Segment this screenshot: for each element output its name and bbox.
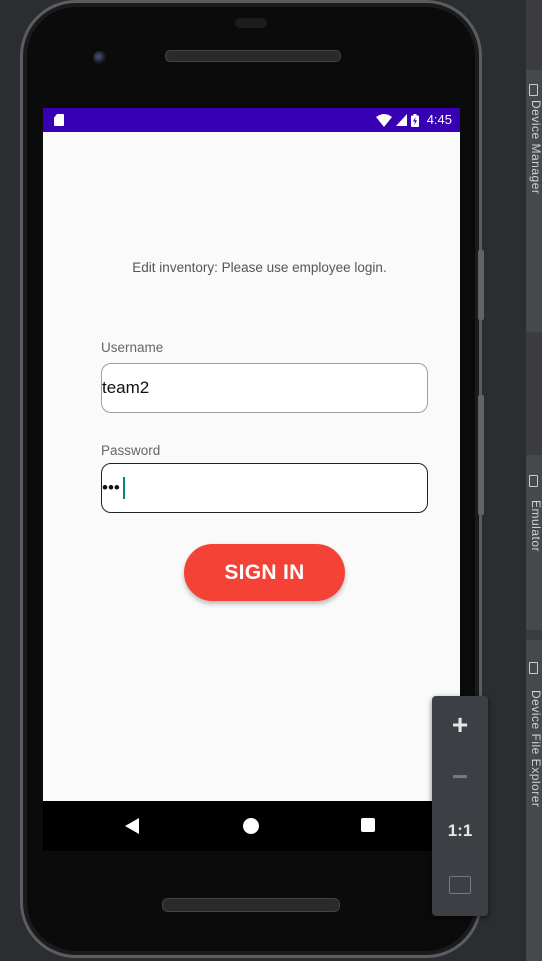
side-label-emulator: Emulator xyxy=(529,500,542,553)
device-file-explorer-icon xyxy=(529,662,538,674)
device-screen: 4:45 Edit inventory: Please use employee… xyxy=(43,108,460,801)
login-prompt: Edit inventory: Please use employee logi… xyxy=(132,260,387,275)
side-label-device-manager: Device Manager xyxy=(529,100,542,195)
fit-screen-icon xyxy=(449,876,471,894)
text-caret xyxy=(122,477,125,499)
wifi-icon xyxy=(375,113,392,127)
recent-apps-icon[interactable] xyxy=(361,818,375,832)
status-icons: 4:45 xyxy=(375,112,452,128)
signal-icon xyxy=(395,114,407,126)
fit-screen-button[interactable] xyxy=(432,860,488,910)
bottom-speaker xyxy=(162,898,340,912)
phone-notch xyxy=(235,18,267,28)
status-bar: 4:45 xyxy=(43,108,460,132)
zoom-out-icon: − xyxy=(451,761,469,792)
earpiece-speaker xyxy=(165,50,341,62)
power-button[interactable] xyxy=(478,250,484,320)
username-label: Username xyxy=(101,340,164,355)
password-value: ••• xyxy=(102,478,120,497)
password-input[interactable]: ••• xyxy=(101,463,428,513)
battery-icon xyxy=(410,113,419,127)
sign-in-button[interactable]: SIGN IN xyxy=(184,544,345,601)
username-value: team2 xyxy=(102,378,150,397)
navigation-bar xyxy=(43,801,460,851)
password-label: Password xyxy=(101,443,161,458)
emulator-icon xyxy=(529,475,538,487)
zoom-in-button[interactable]: + xyxy=(432,700,488,750)
device-manager-icon xyxy=(529,84,538,96)
status-clock: 4:45 xyxy=(426,112,452,127)
side-label-device-file-explorer: Device File Explorer xyxy=(529,690,542,808)
emulator-zoom-panel: + − 1:1 xyxy=(432,696,488,916)
front-camera-icon xyxy=(93,51,107,65)
username-input[interactable]: team2 xyxy=(101,363,428,413)
home-icon[interactable] xyxy=(243,818,259,834)
zoom-out-button[interactable]: − xyxy=(432,752,488,802)
zoom-in-icon: + xyxy=(451,709,469,740)
back-icon[interactable] xyxy=(125,818,139,834)
emulator-window: Device Manager Emulator Device File Expl… xyxy=(0,0,542,961)
volume-button[interactable] xyxy=(478,395,484,515)
actual-size-button[interactable]: 1:1 xyxy=(432,806,488,856)
actual-size-label: 1:1 xyxy=(447,821,473,840)
sd-card-icon xyxy=(54,114,64,126)
